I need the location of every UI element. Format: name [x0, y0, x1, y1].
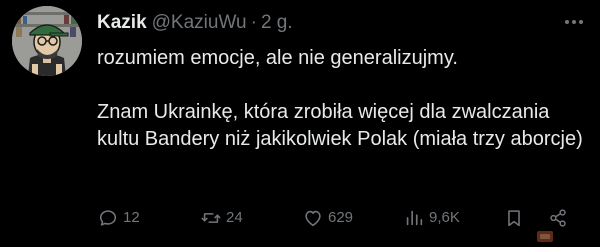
views-count: 9,6K	[429, 209, 460, 226]
repost-count: 24	[226, 209, 243, 226]
author-display-name[interactable]: Kazik	[97, 12, 147, 34]
author-handle[interactable]: @KaziuWu	[152, 12, 247, 34]
tweet-actions: 12 24 629 9,6K	[97, 205, 597, 231]
avatar-illustration	[12, 6, 82, 76]
reply-button[interactable]: 12	[97, 205, 140, 231]
tweet-text-paragraph: Znam Ukrainkę, która zrobiła więcej dla …	[97, 101, 583, 150]
watermark-logo	[537, 229, 553, 242]
tweet-header: Kazik @KaziuWu · 2 g.	[97, 12, 293, 34]
more-dots-icon	[565, 20, 583, 24]
reply-count: 12	[123, 209, 140, 226]
tweet-text: rozumiem emocje, ale nie generalizujmy. …	[97, 45, 592, 153]
header-separator: ·	[250, 12, 257, 33]
like-count: 629	[328, 209, 354, 226]
share-button[interactable]	[547, 205, 569, 231]
tweet-text-paragraph: rozumiem emocje, ale nie generalizujmy.	[97, 47, 458, 69]
repost-button[interactable]: 24	[200, 205, 243, 231]
heart-icon	[305, 210, 321, 227]
reply-icon	[99, 210, 117, 226]
author-avatar[interactable]	[12, 6, 82, 76]
watermark-logo-icon	[537, 231, 553, 242]
tweet-timestamp[interactable]: 2 g.	[261, 12, 293, 34]
share-icon	[550, 209, 566, 227]
views-chart-icon	[406, 210, 423, 226]
views-button[interactable]: 9,6K	[403, 205, 460, 231]
like-button[interactable]: 629	[302, 205, 353, 231]
more-options-button[interactable]	[560, 12, 588, 32]
repost-icon	[201, 213, 221, 223]
bookmark-button[interactable]	[503, 205, 525, 231]
bookmark-icon	[508, 210, 520, 227]
